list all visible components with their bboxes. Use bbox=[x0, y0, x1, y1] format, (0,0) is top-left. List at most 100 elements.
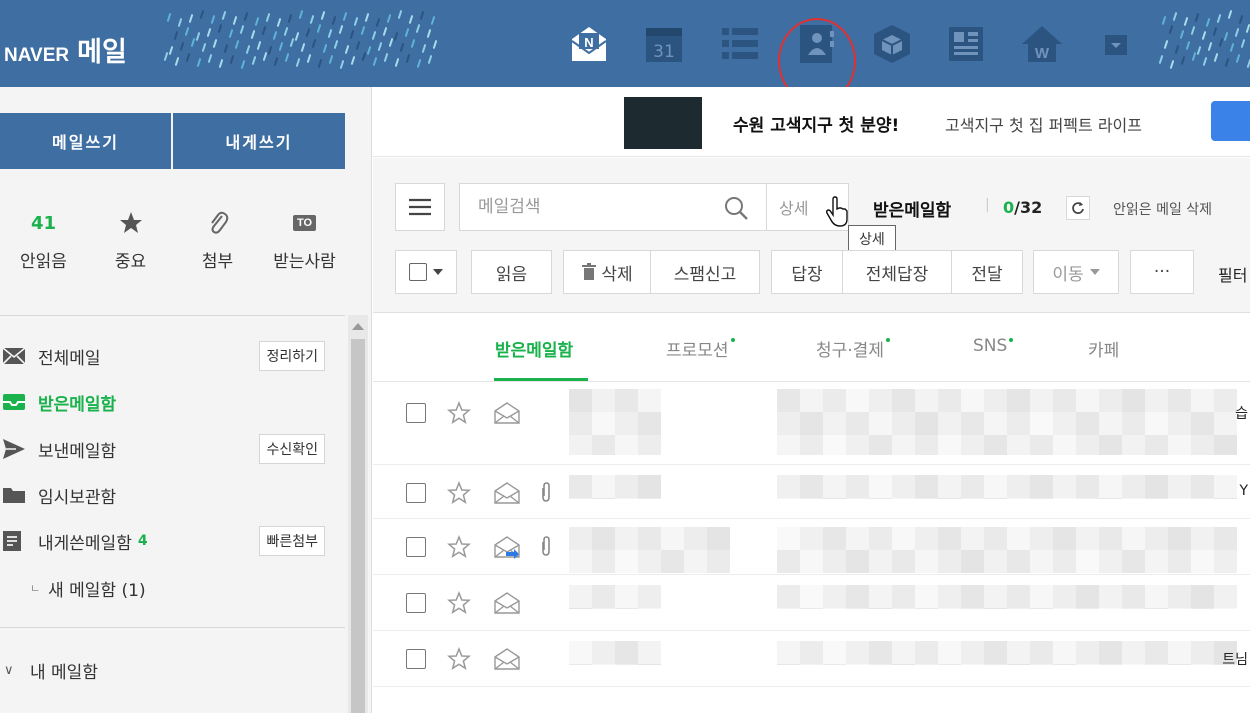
quick-attach-button[interactable]: 빠른첨부 bbox=[259, 526, 325, 556]
move-dropdown[interactable]: 이동 bbox=[1033, 250, 1119, 294]
reply-all-button[interactable]: 전체답장 bbox=[842, 250, 952, 294]
read-receipt-button[interactable]: 수신확인 bbox=[259, 434, 325, 464]
quick-important-label: 중요 bbox=[114, 252, 147, 272]
reply-button[interactable]: 답장 bbox=[771, 250, 843, 294]
mail-subject-blurred[interactable] bbox=[777, 389, 1237, 455]
mail-checkbox[interactable] bbox=[406, 593, 426, 613]
envelope-open-icon[interactable] bbox=[493, 401, 521, 425]
sidebar-scrollbar[interactable] bbox=[348, 315, 368, 713]
caret-down-icon bbox=[1089, 269, 1100, 275]
envelope-open-icon[interactable] bbox=[493, 481, 521, 505]
folder-drafts[interactable]: 임시보관함 bbox=[0, 480, 345, 510]
list-app-icon[interactable] bbox=[718, 22, 762, 66]
mail-row[interactable]: 습 bbox=[373, 383, 1250, 465]
mail-subject-blurred[interactable] bbox=[777, 527, 1237, 573]
star-outline-icon[interactable] bbox=[447, 481, 471, 505]
spam-report-button[interactable]: 스팸신고 bbox=[650, 250, 760, 294]
folder-new-mailbox[interactable]: ㄴ 새 메일함 (1) bbox=[0, 573, 345, 603]
menu-button[interactable] bbox=[395, 183, 445, 231]
folder-to-me[interactable]: 내게쓴메일함 4 빠른첨부 bbox=[0, 526, 345, 556]
mail-checkbox[interactable] bbox=[406, 403, 426, 423]
folder-new-mailbox-label: 새 메일함 (1) bbox=[48, 580, 146, 601]
mark-read-button[interactable]: 읽음 bbox=[471, 250, 552, 294]
mail-checkbox[interactable] bbox=[406, 483, 426, 503]
calendar-app-icon[interactable]: 31 bbox=[642, 22, 686, 66]
mail-preview-text[interactable]: 습 bbox=[1235, 403, 1248, 423]
mail-toolbar: 상세 받은메일함 | 0/32 안읽은 메일 삭제 상세 읽음 삭제 스팸신고 … bbox=[373, 158, 1250, 313]
quick-important[interactable]: 중요 bbox=[87, 207, 174, 272]
filter-button[interactable]: 필터 bbox=[1218, 262, 1247, 286]
subfolder-prefix: ㄴ bbox=[30, 582, 41, 595]
forward-button[interactable]: 전달 bbox=[951, 250, 1023, 294]
office-app-icon[interactable] bbox=[944, 22, 988, 66]
tab-sns[interactable]: SNS bbox=[973, 336, 1014, 356]
star-outline-icon[interactable] bbox=[447, 591, 471, 615]
mail-preview-text[interactable]: Y bbox=[1239, 483, 1248, 499]
delete-button[interactable]: 삭제 bbox=[563, 250, 651, 294]
folder-sent[interactable]: 보낸메일함 수신확인 bbox=[0, 434, 345, 464]
mail-row[interactable]: Y bbox=[373, 465, 1250, 519]
more-actions-button[interactable]: ··· bbox=[1130, 250, 1194, 294]
mail-sender-blurred[interactable] bbox=[569, 527, 730, 573]
tab-inbox[interactable]: 받은메일함 bbox=[495, 336, 573, 361]
scroll-up-icon[interactable] bbox=[352, 323, 364, 330]
mail-row[interactable] bbox=[373, 519, 1250, 575]
mail-subject-blurred[interactable] bbox=[777, 475, 1237, 499]
folder-icon bbox=[0, 486, 38, 504]
mail-row[interactable] bbox=[373, 575, 1250, 631]
star-outline-icon[interactable] bbox=[447, 647, 471, 671]
tab-billing[interactable]: 청구·결제 bbox=[816, 336, 890, 361]
envelope-x-icon bbox=[0, 347, 38, 365]
mail-sender-blurred[interactable] bbox=[569, 475, 661, 499]
ad-banner[interactable]: 수원 고색지구 첫 분양! 고색지구 첫 집 퍼펙트 라이프 bbox=[373, 87, 1250, 157]
scrollbar-thumb[interactable] bbox=[351, 339, 365, 713]
mail-sender-blurred[interactable] bbox=[569, 641, 661, 665]
tab-promotion[interactable]: 프로모션 bbox=[666, 336, 735, 361]
folder-all-mail[interactable]: 전체메일 정리하기 bbox=[0, 341, 345, 371]
organize-button[interactable]: 정리하기 bbox=[259, 341, 325, 371]
mail-preview-text[interactable]: 트님 bbox=[1222, 649, 1248, 669]
mail-sender-blurred[interactable] bbox=[569, 389, 661, 455]
quick-attachment[interactable]: 첨부 bbox=[174, 207, 261, 272]
mail-subject-blurred[interactable] bbox=[777, 641, 1237, 665]
star-outline-icon[interactable] bbox=[447, 535, 471, 559]
mail-subject-blurred[interactable] bbox=[777, 585, 1237, 609]
search-input[interactable] bbox=[460, 184, 765, 230]
select-all-dropdown[interactable] bbox=[395, 250, 457, 294]
more-apps-icon[interactable] bbox=[1094, 22, 1138, 66]
write-mail-button[interactable]: 메일쓰기 bbox=[0, 113, 173, 169]
envelope-open-icon[interactable] bbox=[493, 535, 521, 559]
naver-mail-logo[interactable]: NAVER 메일 bbox=[4, 30, 127, 69]
attachment-clip-icon bbox=[542, 482, 550, 502]
quick-to-me[interactable]: TO 받는사람 bbox=[261, 207, 348, 272]
ad-cta-button[interactable] bbox=[1211, 101, 1250, 141]
ad-thumbnail[interactable] bbox=[624, 97, 702, 149]
detail-tooltip: 상세 bbox=[848, 225, 896, 253]
select-all-checkbox[interactable] bbox=[409, 263, 427, 281]
folder-inbox[interactable]: 받은메일함 bbox=[0, 387, 345, 417]
envelope-open-icon[interactable] bbox=[493, 591, 521, 615]
search-icon[interactable] bbox=[724, 196, 748, 220]
mail-row[interactable]: 트님 bbox=[373, 631, 1250, 687]
ad-title[interactable]: 수원 고색지구 첫 분양! bbox=[733, 111, 899, 136]
star-outline-icon[interactable] bbox=[447, 401, 471, 425]
new-dot-icon bbox=[885, 338, 890, 342]
delete-unread-link[interactable]: 안읽은 메일 삭제 bbox=[1113, 199, 1212, 219]
refresh-button[interactable] bbox=[1066, 196, 1090, 220]
mail-app-icon[interactable]: N bbox=[567, 22, 611, 66]
ad-subtitle[interactable]: 고색지구 첫 집 퍼펙트 라이프 bbox=[945, 112, 1142, 136]
home-app-icon[interactable]: W bbox=[1020, 22, 1064, 66]
mail-checkbox[interactable] bbox=[406, 537, 426, 557]
write-to-me-button[interactable]: 내게쓰기 bbox=[173, 113, 345, 169]
mail-sender-blurred[interactable] bbox=[569, 585, 661, 609]
box-app-icon[interactable] bbox=[870, 22, 914, 66]
my-folders-label: 내 메일함 bbox=[30, 662, 98, 683]
quick-unread[interactable]: 41 안읽음 bbox=[0, 207, 87, 273]
to-badge: TO bbox=[292, 215, 317, 231]
envelope-open-icon[interactable] bbox=[493, 647, 521, 671]
quick-unread-label: 안읽음 bbox=[20, 252, 67, 272]
mail-checkbox[interactable] bbox=[406, 649, 426, 669]
tab-cafe[interactable]: 카페 bbox=[1088, 336, 1119, 361]
reply-all-label: 전체답장 bbox=[865, 264, 929, 285]
my-folders-toggle[interactable]: ∨ 내 메일함 bbox=[0, 655, 345, 685]
